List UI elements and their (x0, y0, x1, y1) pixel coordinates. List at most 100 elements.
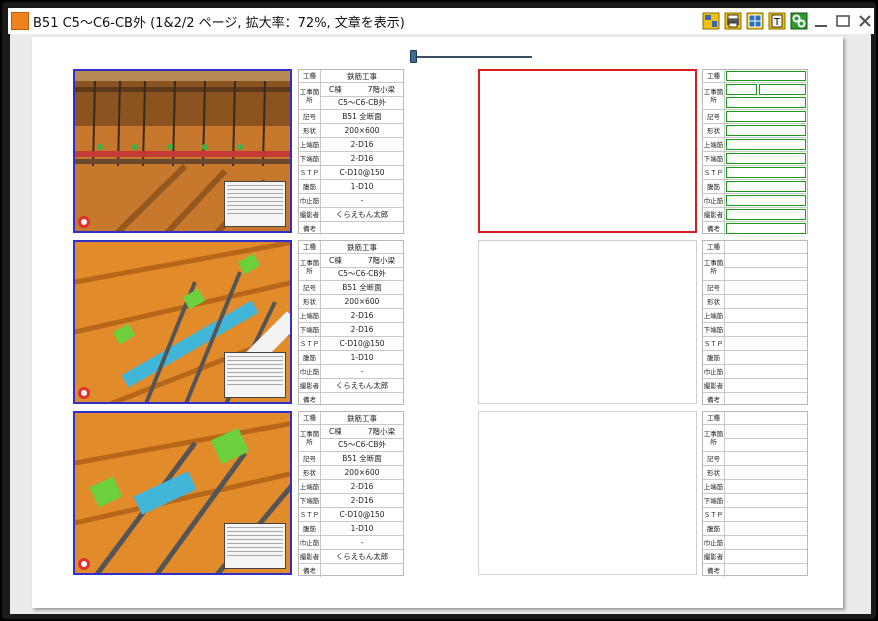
row-label: 巾止筋 (299, 365, 321, 378)
row-label: 巾止筋 (703, 194, 725, 207)
input-field[interactable] (726, 71, 806, 81)
input-field[interactable] (726, 209, 806, 220)
table-row-habadome: 巾止筋 (703, 536, 807, 550)
layout-icon[interactable] (701, 12, 720, 31)
maximize-icon[interactable] (833, 12, 852, 31)
input-field[interactable] (726, 139, 806, 150)
table-row-bikou: 備考 (703, 222, 807, 235)
input-field[interactable] (726, 195, 806, 206)
row-value-empty (725, 393, 807, 406)
zoom-slider-track[interactable] (413, 56, 532, 58)
input-field[interactable] (726, 97, 806, 108)
input-field[interactable] (726, 223, 806, 234)
row-label: ＳＴＰ (299, 508, 321, 521)
row-label: 備考 (299, 222, 321, 235)
row-label: 撮影者 (703, 208, 725, 221)
location-line-1: C棟 7階小梁 (321, 254, 403, 268)
input-field[interactable] (726, 125, 806, 136)
row-value: 1-D10 (350, 524, 374, 533)
row-label: 記号 (703, 452, 725, 465)
row-label: 工種 (299, 412, 321, 424)
empty-photo-slot-selected[interactable] (478, 69, 697, 233)
info-table-3: 工種 鉄筋工事 工事箇所 C棟 7階小梁 C5～C6-CB外 記号 B51 全断面 形状 200×… (298, 411, 404, 577)
row-value: 200×600 (344, 126, 380, 135)
row-value-empty (725, 351, 807, 364)
table-row-kouji-kasho: 工事箇所 C棟 7階小梁 C5～C6-CB外 (299, 425, 403, 452)
building-value: C棟 (329, 426, 342, 436)
table-row-haraki: 腹筋 1-D10 (299, 522, 403, 536)
row-value-empty (725, 480, 807, 493)
row-label: 巾止筋 (703, 365, 725, 378)
row-value: C-D10@150 (339, 168, 385, 177)
row-label: 工事箇所 (299, 83, 321, 109)
photo-3[interactable] (73, 411, 292, 575)
row-label: 備考 (299, 393, 321, 406)
table-row-stp: ＳＴＰ C-D10@150 (299, 166, 403, 180)
floor-value: 7階小梁 (367, 255, 395, 265)
table-row-bikou: 備考 (299, 222, 403, 235)
row-label: 記号 (703, 281, 725, 294)
info-table-empty: 工種 工事箇所 記号 形状 上端筋 下端筋 ＳＴＰ 腹筋 巾止筋 撮影者 備考 (702, 240, 808, 406)
input-field[interactable] (726, 167, 806, 178)
input-field[interactable] (726, 111, 806, 122)
row-value: 1-D10 (350, 182, 374, 191)
photo-2[interactable] (73, 240, 292, 404)
row-value: 2-D16 (350, 311, 374, 320)
info-table-1: 工種 鉄筋工事 工事箇所 C棟 7階小梁 C5～C6-CB外 記号 B51 全断面 形状 200×… (298, 69, 404, 235)
table-row-satsueisha: 撮影者 くらえもん太郎 (299, 208, 403, 222)
building-value: C棟 (329, 255, 342, 265)
settings-icon[interactable] (789, 12, 808, 31)
photo-1[interactable] (73, 69, 292, 233)
table-row-habadome: 巾止筋 - (299, 536, 403, 550)
row-value-empty (725, 365, 807, 378)
table-row-kigou: 記号 (703, 281, 807, 295)
input-field[interactable] (726, 153, 806, 164)
print-icon[interactable] (723, 12, 742, 31)
table-row-kousyu: 工種 鉄筋工事 (299, 241, 403, 254)
input-field[interactable] (726, 181, 806, 192)
input-field[interactable] (759, 84, 806, 95)
row-value-empty (725, 379, 807, 392)
row-value: 2-D16 (350, 154, 374, 163)
row-value (321, 564, 403, 577)
row-value: 鉄筋工事 (347, 71, 377, 81)
row-label: 腹筋 (299, 180, 321, 193)
window-title: B51 C5～C6-CB外 (1&2/2 ページ, 拡大率：72%, 文章を表示… (33, 15, 405, 31)
grid-icon[interactable] (745, 12, 764, 31)
minimize-icon[interactable] (811, 12, 830, 31)
row-value: 鉄筋工事 (347, 413, 377, 423)
empty-photo-slot[interactable] (478, 240, 697, 404)
row-value: - (360, 196, 364, 205)
row-value-empty (725, 323, 807, 336)
row-label: ＳＴＰ (703, 337, 725, 350)
record-mark-icon (78, 387, 90, 399)
table-row-kousyu: 工種 鉄筋工事 (299, 412, 403, 425)
row-label: 備考 (299, 564, 321, 577)
row-value-empty (725, 241, 807, 253)
close-icon[interactable] (855, 12, 874, 31)
table-row-keijou: 形状 (703, 124, 807, 138)
floor-value: 7階小梁 (367, 84, 395, 94)
row-label: 形状 (299, 124, 321, 137)
table-row-uwaba: 上端筋 (703, 309, 807, 323)
table-row-uwaba: 上端筋 2-D16 (299, 480, 403, 494)
row-label: 下端筋 (703, 152, 725, 165)
row-label: 上端筋 (703, 480, 725, 493)
building-value: C棟 (329, 84, 342, 94)
row-label: 巾止筋 (299, 536, 321, 549)
zoom-slider-thumb[interactable] (410, 50, 417, 63)
table-row-bikou: 備考 (299, 393, 403, 406)
row-value: 1-D10 (350, 353, 374, 362)
title-bar: B51 C5～C6-CB外 (1&2/2 ページ, 拡大率：72%, 文章を表示… (8, 8, 874, 34)
empty-photo-slot[interactable] (478, 411, 697, 575)
row-label: 記号 (299, 281, 321, 294)
location-line-2: C5～C6-CB外 (337, 440, 387, 450)
row-value: - (360, 538, 364, 547)
row-label: 上端筋 (703, 138, 725, 151)
location-line-2: C5～C6-CB外 (337, 98, 387, 108)
info-table-empty: 工種 工事箇所 記号 形状 上端筋 下端筋 ＳＴＰ 腹筋 巾止筋 撮影者 備考 (702, 411, 808, 577)
input-field[interactable] (726, 84, 757, 95)
blackboard-sign (224, 181, 286, 227)
text-icon[interactable]: T (767, 12, 786, 31)
table-row-kigou: 記号 B51 全断面 (299, 281, 403, 295)
